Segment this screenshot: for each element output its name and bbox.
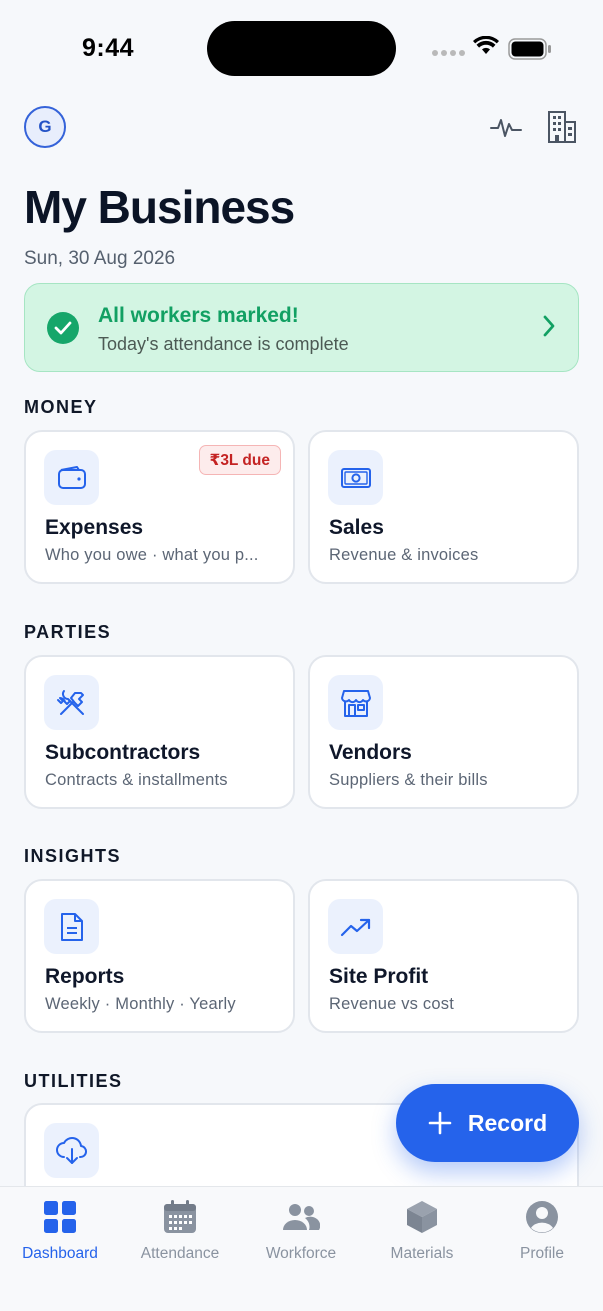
record-button[interactable]: Record [396, 1084, 579, 1162]
plus-icon [428, 1111, 452, 1135]
dynamic-island [207, 21, 396, 76]
nav-label: Dashboard [22, 1245, 98, 1262]
status-time: 9:44 [82, 34, 135, 62]
reports-card[interactable]: Reports Weekly · Monthly · Yearly [24, 879, 295, 1033]
cellular-signal-icon [432, 50, 465, 56]
card-title: Site Profit [329, 965, 429, 988]
wifi-icon [473, 35, 499, 61]
nav-attendance[interactable]: Attendance [120, 1197, 240, 1263]
subcontractors-card[interactable]: Subcontractors Contracts & installments [24, 655, 295, 809]
card-subtitle: Contracts & installments [45, 771, 228, 789]
banner-subtitle: Today's attendance is complete [98, 334, 349, 354]
box-icon [406, 1197, 438, 1237]
banner-title: All workers marked! [98, 304, 299, 327]
card-title: Sales [329, 516, 384, 539]
record-label: Record [467, 1109, 548, 1136]
nav-dashboard[interactable]: Dashboard [0, 1197, 120, 1263]
people-icon [282, 1197, 320, 1237]
nav-label: Profile [520, 1245, 564, 1262]
check-circle-icon [47, 312, 79, 344]
site-profit-card[interactable]: Site Profit Revenue vs cost [308, 879, 579, 1033]
card-subtitle: Who you owe · what you p... [45, 546, 259, 564]
card-subtitle: Revenue & invoices [329, 546, 479, 564]
nav-label: Attendance [140, 1245, 220, 1262]
cloud-download-icon [44, 1123, 99, 1178]
due-badge: ₹3L due [198, 445, 281, 475]
sales-card[interactable]: Sales Revenue & invoices [308, 430, 579, 584]
vendors-card[interactable]: Vendors Suppliers & their bills [308, 655, 579, 809]
cash-icon [328, 450, 383, 505]
chevron-right-icon [542, 314, 556, 343]
section-label-insights: INSIGHTS [24, 846, 122, 866]
expenses-card[interactable]: ₹3L due Expenses Who you owe · what you … [24, 430, 295, 584]
bottom-nav: Dashboard Attendance Workforce Materials… [0, 1186, 603, 1311]
card-subtitle: Weekly · Monthly · Yearly [45, 995, 236, 1013]
nav-materials[interactable]: Materials [362, 1197, 482, 1263]
tools-icon [44, 675, 99, 730]
wallet-icon [44, 450, 99, 505]
card-subtitle: Suppliers & their bills [329, 771, 488, 789]
section-label-parties: PARTIES [24, 622, 112, 642]
card-subtitle: Revenue vs cost [329, 995, 454, 1013]
nav-workforce[interactable]: Workforce [241, 1197, 361, 1263]
nav-label: Workforce [265, 1245, 337, 1262]
card-title: Vendors [329, 741, 412, 764]
trending-up-icon [328, 899, 383, 954]
card-title: Expenses [45, 516, 144, 539]
calendar-icon [163, 1197, 197, 1237]
nav-profile[interactable]: Profile [482, 1197, 602, 1263]
battery-icon [508, 38, 552, 65]
avatar[interactable]: G [24, 106, 66, 148]
attendance-complete-banner[interactable]: All workers marked! Today's attendance i… [24, 283, 579, 372]
status-bar: 9:44 [0, 0, 603, 100]
section-label-utilities: UTILITIES [24, 1071, 123, 1091]
user-circle-icon [525, 1197, 559, 1237]
card-title: Reports [45, 965, 125, 988]
card-title: Subcontractors [45, 741, 201, 764]
store-icon [328, 675, 383, 730]
current-date: Sun, 30 Aug 2026 [24, 248, 176, 269]
activity-icon[interactable] [489, 108, 523, 146]
nav-label: Materials [390, 1245, 454, 1262]
section-label-money: MONEY [24, 397, 98, 417]
building-icon[interactable] [545, 108, 579, 146]
document-icon [44, 899, 99, 954]
grid-icon [43, 1197, 77, 1237]
page-title: My Business [24, 181, 295, 233]
